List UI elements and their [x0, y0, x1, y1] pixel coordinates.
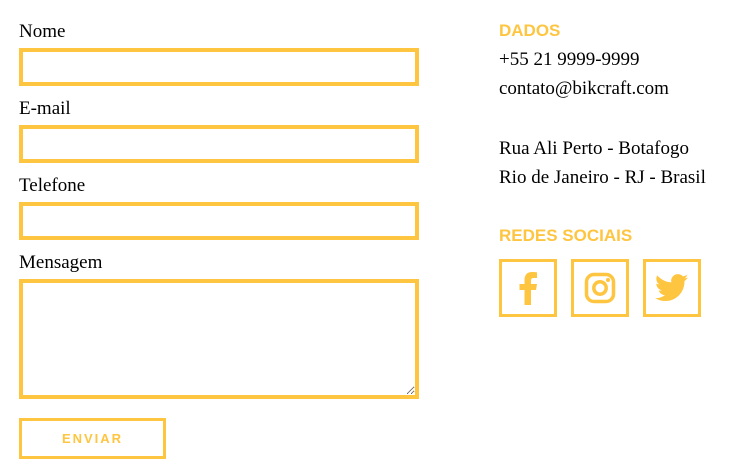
email-input[interactable]	[19, 125, 419, 163]
facebook-link[interactable]	[499, 259, 557, 317]
phone-input[interactable]	[19, 202, 419, 240]
contact-email: contato@bikcraft.com	[499, 78, 669, 99]
facebook-icon	[518, 271, 538, 305]
message-label: Mensagem	[19, 252, 103, 273]
phone-label: Telefone	[19, 175, 86, 196]
instagram-icon	[584, 272, 616, 304]
submit-button[interactable]: ENVIAR	[19, 418, 166, 459]
name-label: Nome	[19, 21, 66, 42]
instagram-link[interactable]	[571, 259, 629, 317]
contact-phone: +55 21 9999-9999	[499, 49, 640, 70]
name-input[interactable]	[19, 48, 419, 86]
address-line-1: Rua Ali Perto - Botafogo	[499, 138, 689, 159]
message-textarea[interactable]	[19, 279, 419, 399]
email-label: E-mail	[19, 98, 71, 119]
twitter-link[interactable]	[643, 259, 701, 317]
social-section-title: REDES SOCIAIS	[499, 226, 633, 245]
twitter-icon	[655, 274, 689, 302]
data-section-title: DADOS	[499, 21, 561, 40]
address-line-2: Rio de Janeiro - RJ - Brasil	[499, 167, 706, 188]
